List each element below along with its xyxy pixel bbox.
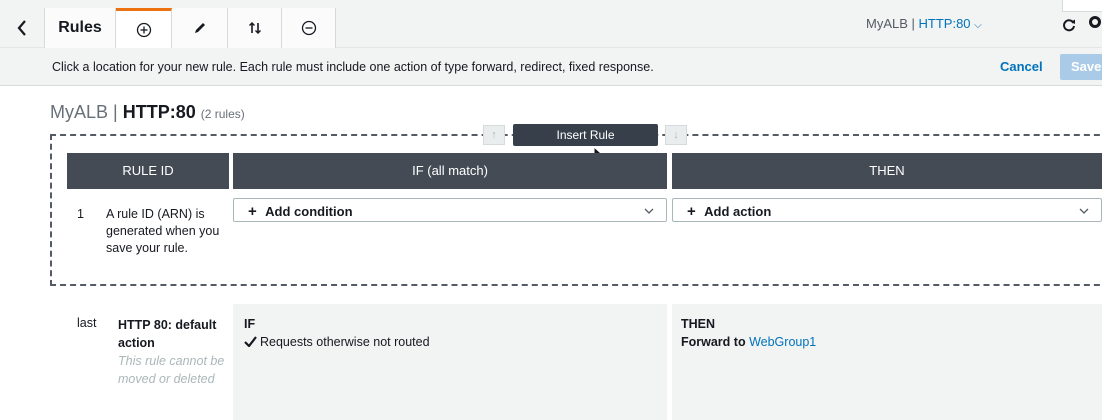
refresh-icon bbox=[1063, 19, 1075, 32]
listener-lb-name: MyALB bbox=[866, 16, 908, 31]
delete-rules-tab[interactable] bbox=[282, 8, 336, 48]
listener-protocol: HTTP:80 bbox=[918, 16, 971, 31]
instruction-text: Click a location for your new rule. Each… bbox=[52, 60, 654, 74]
edit-rules-tab[interactable] bbox=[172, 8, 228, 48]
plus-icon: + bbox=[248, 203, 257, 220]
instruction-bar: Click a location for your new rule. Each… bbox=[0, 48, 1102, 86]
toolbar-divider bbox=[1062, 0, 1102, 12]
add-rule-icon bbox=[136, 22, 151, 37]
move-up-button[interactable]: ↑ bbox=[483, 125, 505, 145]
chevron-down-icon: ⌵ bbox=[974, 20, 982, 31]
forward-to-label: Forward to bbox=[681, 335, 746, 349]
column-header-rule-id: RULE ID bbox=[67, 153, 229, 189]
listener-selector[interactable]: MyALB | HTTP:80 ⌵ bbox=[866, 16, 982, 31]
default-rule-note: This rule cannot be moved or deleted bbox=[118, 354, 225, 386]
add-condition-dropdown[interactable]: + Add condition bbox=[233, 198, 667, 222]
arn-note: A rule ID (ARN) is generated when you sa… bbox=[106, 207, 220, 255]
heading-lb-name: MyALB bbox=[50, 102, 109, 122]
add-action-label: Add action bbox=[704, 204, 772, 219]
default-then-label: THEN bbox=[681, 317, 716, 331]
back-icon bbox=[17, 20, 26, 36]
insert-rule-button[interactable]: Insert Rule bbox=[513, 124, 658, 146]
chevron-down-icon bbox=[644, 208, 654, 214]
default-rule-if-cell bbox=[233, 304, 667, 420]
help-icon bbox=[1089, 16, 1101, 28]
rule-count: (2 rules) bbox=[200, 107, 245, 121]
default-rule-title: HTTP 80: default action bbox=[118, 318, 217, 350]
column-header-then: THEN bbox=[672, 153, 1102, 189]
heading-separator: | bbox=[108, 102, 123, 122]
listener-separator: | bbox=[907, 16, 919, 31]
add-condition-label: Add condition bbox=[265, 204, 353, 219]
default-condition-text: Requests otherwise not routed bbox=[260, 335, 430, 349]
default-if-label: IF bbox=[244, 317, 256, 331]
page-title: MyALB | HTTP:80 (2 rules) bbox=[50, 102, 245, 123]
default-forward-action: Forward to WebGroup1 bbox=[681, 335, 816, 349]
target-group-link[interactable]: WebGroup1 bbox=[749, 335, 816, 349]
edit-icon bbox=[194, 23, 205, 33]
default-rule-position: last bbox=[77, 316, 97, 330]
rules-toolbar: Rules MyALB | HTTP:80 ⌵ bbox=[0, 0, 1102, 48]
add-rules-tab[interactable] bbox=[116, 8, 172, 48]
move-down-button[interactable]: ↓ bbox=[665, 125, 687, 145]
add-action-dropdown[interactable]: + Add action bbox=[672, 198, 1102, 222]
help-button[interactable] bbox=[1088, 14, 1102, 36]
delete-icon bbox=[301, 20, 316, 36]
save-button[interactable]: Save bbox=[1060, 54, 1102, 80]
plus-icon: + bbox=[687, 203, 696, 220]
reorder-icon bbox=[248, 22, 261, 34]
heading-protocol: HTTP:80 bbox=[122, 102, 196, 122]
new-rule-number: 1 bbox=[77, 207, 84, 221]
reorder-rules-tab[interactable] bbox=[228, 8, 282, 48]
back-button[interactable] bbox=[0, 8, 44, 48]
chevron-down-icon bbox=[1079, 208, 1089, 214]
default-rule-then-cell bbox=[672, 304, 1102, 420]
cancel-button[interactable]: Cancel bbox=[1000, 59, 1043, 74]
column-header-if: IF (all match) bbox=[233, 153, 667, 189]
check-icon bbox=[244, 336, 257, 348]
default-condition: Requests otherwise not routed bbox=[244, 335, 430, 349]
refresh-button[interactable] bbox=[1058, 14, 1080, 36]
toolbar-title: Rules bbox=[44, 8, 116, 48]
